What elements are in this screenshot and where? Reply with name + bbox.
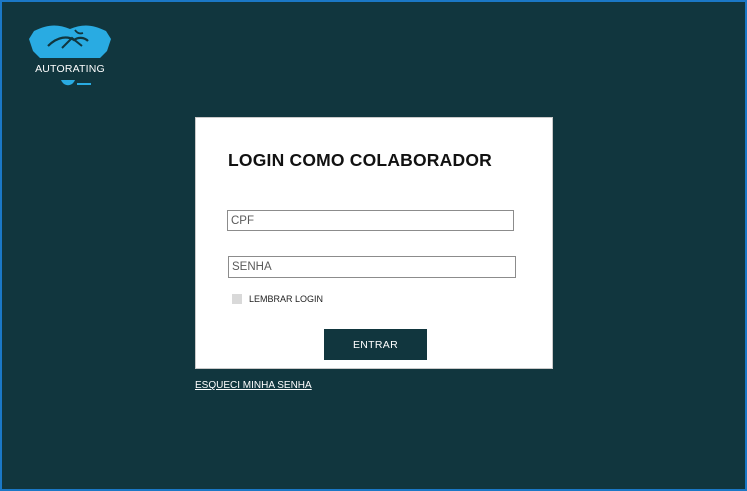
checkbox-box[interactable] <box>232 294 242 304</box>
login-button[interactable]: ENTRAR <box>324 329 427 360</box>
login-screen: AUTORATING LOGIN COMO COLABORADOR LEMBRA… <box>0 0 747 491</box>
logo-text: AUTORATING <box>35 63 105 75</box>
autorating-logo: AUTORATING <box>28 24 112 90</box>
handshake-icon <box>29 25 111 86</box>
login-card: LOGIN COMO COLABORADOR LEMBRAR LOGIN ENT… <box>195 117 553 369</box>
login-title: LOGIN COMO COLABORADOR <box>228 150 492 170</box>
remember-login-checkbox[interactable]: LEMBRAR LOGIN <box>232 293 323 305</box>
cpf-input[interactable] <box>227 210 514 231</box>
remember-login-label: LEMBRAR LOGIN <box>249 294 324 304</box>
password-input[interactable] <box>228 256 516 278</box>
forgot-password-link[interactable]: ESQUECI MINHA SENHA <box>195 380 312 391</box>
